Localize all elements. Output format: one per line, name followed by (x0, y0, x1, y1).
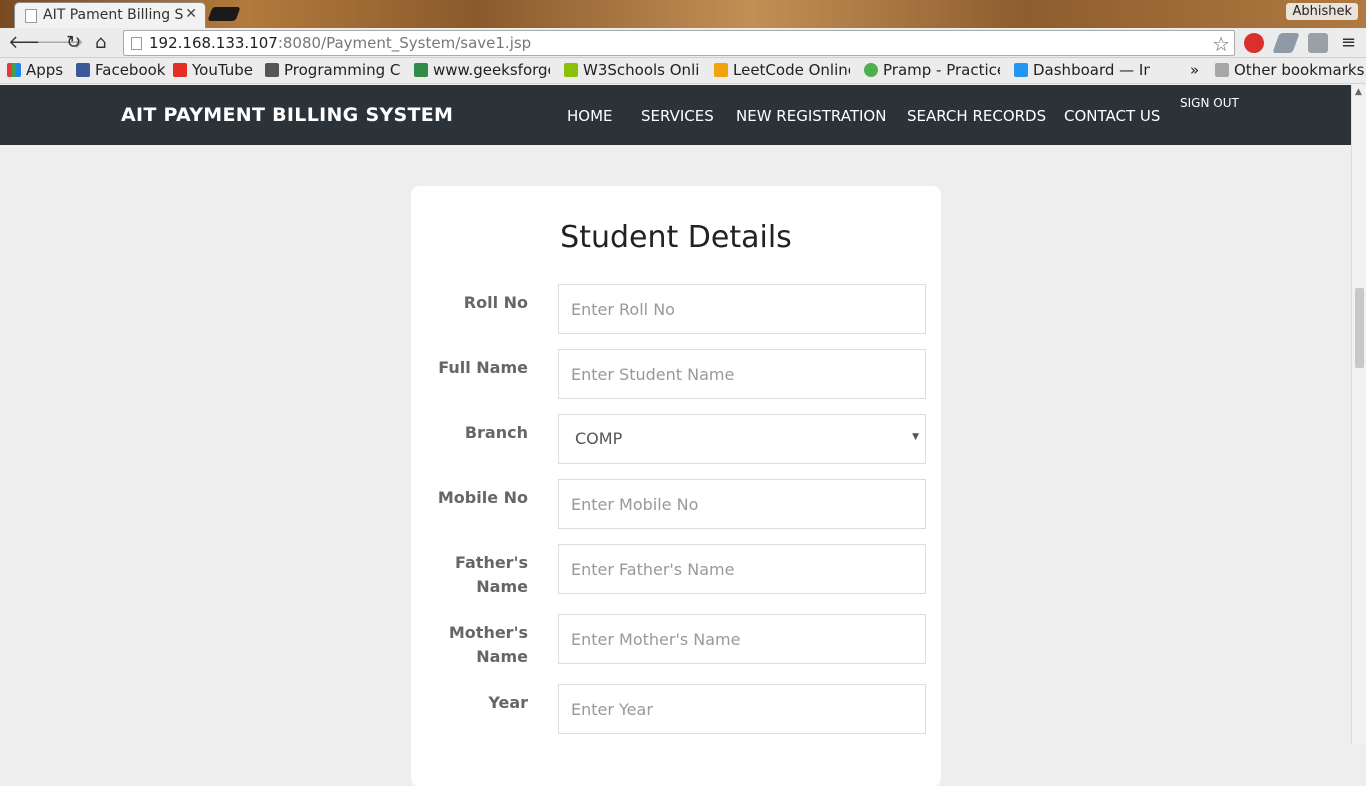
pramp-icon (864, 63, 878, 77)
adblock-extension-icon[interactable] (1244, 33, 1264, 53)
bookmark-w3schools[interactable]: W3Schools Onlin (564, 61, 700, 79)
page-favicon-icon (25, 9, 37, 23)
browser-toolbar: 🡐 🡒 ↻ ⌂ 192.168.133.107:8080/Payment_Sys… (0, 28, 1366, 58)
extension-icon-2[interactable] (1308, 33, 1328, 53)
full-name-label: Full Name (438, 358, 528, 377)
scroll-up-arrow-icon[interactable]: ▲ (1355, 87, 1362, 97)
bookmark-label: LeetCode Online (733, 61, 850, 79)
w3schools-icon (564, 63, 578, 77)
browser-titlebar: AIT Pament Billing S ✕ Abhishek (0, 0, 1366, 28)
bookmark-programming[interactable]: Programming Co (265, 61, 401, 79)
bookmark-label: Pramp - Practice (883, 61, 1000, 79)
roll-no-input[interactable] (558, 284, 926, 334)
page-icon (131, 37, 142, 50)
site-brand[interactable]: AIT PAYMENT BILLING SYSTEM (121, 104, 453, 126)
reload-icon[interactable]: ↻ (66, 32, 81, 54)
nav-search-records[interactable]: SEARCH RECORDS (907, 107, 1046, 125)
father-name-label: Father's Name (455, 553, 528, 596)
address-bar[interactable]: 192.168.133.107:8080/Payment_System/save… (123, 30, 1235, 56)
branch-selected-value: COMP (575, 429, 623, 448)
full-name-input[interactable] (558, 349, 926, 399)
branch-label: Branch (464, 423, 528, 442)
nav-contact-us[interactable]: CONTACT US (1064, 107, 1160, 125)
mother-name-input[interactable] (558, 614, 926, 664)
mobile-no-label: Mobile No (437, 488, 528, 507)
scrollbar-thumb[interactable] (1355, 288, 1364, 368)
bookmark-label: W3Schools Onlin (583, 61, 700, 79)
nav-home[interactable]: HOME (567, 107, 613, 125)
profile-name[interactable]: Abhishek (1286, 3, 1358, 20)
menu-icon[interactable]: ≡ (1341, 32, 1356, 54)
dropdown-caret-icon: ▼ (912, 432, 919, 442)
sign-out-link[interactable]: SIGN OUT (1180, 96, 1239, 110)
bookmark-label: Apps (26, 61, 64, 79)
site-navbar: AIT PAYMENT BILLING SYSTEM HOME SERVICES… (0, 85, 1351, 145)
year-label: Year (488, 693, 528, 712)
nav-new-registration[interactable]: NEW REGISTRATION (736, 107, 886, 125)
mobile-no-input[interactable] (558, 479, 926, 529)
mother-name-label: Mother's Name (448, 623, 528, 666)
year-input[interactable] (558, 684, 926, 734)
branch-select[interactable]: COMP ▼ (558, 414, 926, 464)
cc-icon (265, 63, 279, 77)
folder-icon (1215, 63, 1229, 77)
url-path: :8080/Payment_System/save1.jsp (277, 34, 532, 52)
nav-services[interactable]: SERVICES (641, 107, 714, 125)
bookmark-pramp[interactable]: Pramp - Practice (864, 61, 1000, 79)
bookmarks-overflow-button[interactable]: » (1190, 61, 1199, 79)
home-icon[interactable]: ⌂ (95, 32, 106, 54)
bookmark-label: www.geeksforge (433, 61, 550, 79)
page-scrollbar[interactable]: ▲ (1351, 85, 1366, 744)
facebook-icon (76, 63, 90, 77)
bookmark-label: Dashboard — Int (1033, 61, 1150, 79)
geeksforgeeks-icon (414, 63, 428, 77)
bookmark-label: YouTube (192, 61, 253, 79)
roll-no-label: Roll No (463, 293, 528, 312)
bookmark-leetcode[interactable]: LeetCode Online (714, 61, 850, 79)
other-bookmarks-label: Other bookmarks (1234, 61, 1365, 79)
bookmark-star-icon[interactable]: ☆ (1212, 32, 1230, 56)
youtube-icon (173, 63, 187, 77)
student-details-card: Student Details Roll No Full Name Branch… (411, 186, 941, 786)
tab-close-icon[interactable]: ✕ (185, 6, 197, 22)
bookmark-facebook[interactable]: Facebook (76, 61, 165, 79)
bookmark-apps[interactable]: Apps (7, 61, 63, 79)
tab-title: AIT Pament Billing S (43, 7, 184, 23)
interviewbit-icon (1014, 63, 1028, 77)
bookmark-interviewbit[interactable]: Dashboard — Int (1014, 61, 1150, 79)
page-title: Student Details (560, 220, 792, 255)
bookmark-geeksforgeeks[interactable]: www.geeksforge (414, 61, 550, 79)
other-bookmarks-folder[interactable]: Other bookmarks (1215, 61, 1364, 79)
bookmark-youtube[interactable]: YouTube (173, 61, 253, 79)
apps-grid-icon (7, 63, 21, 77)
url-text[interactable]: 192.168.133.107:8080/Payment_System/save… (149, 34, 531, 52)
browser-tab[interactable]: AIT Pament Billing S ✕ (14, 2, 206, 28)
father-name-input[interactable] (558, 544, 926, 594)
leetcode-icon (714, 63, 728, 77)
extension-icon[interactable] (1272, 33, 1300, 53)
new-tab-button[interactable] (207, 7, 241, 21)
bookmarks-bar: Apps Facebook YouTube Programming Co www… (0, 58, 1366, 84)
url-host: 192.168.133.107 (149, 34, 278, 52)
bookmark-label: Programming Co (284, 61, 401, 79)
bookmark-label: Facebook (95, 61, 166, 79)
